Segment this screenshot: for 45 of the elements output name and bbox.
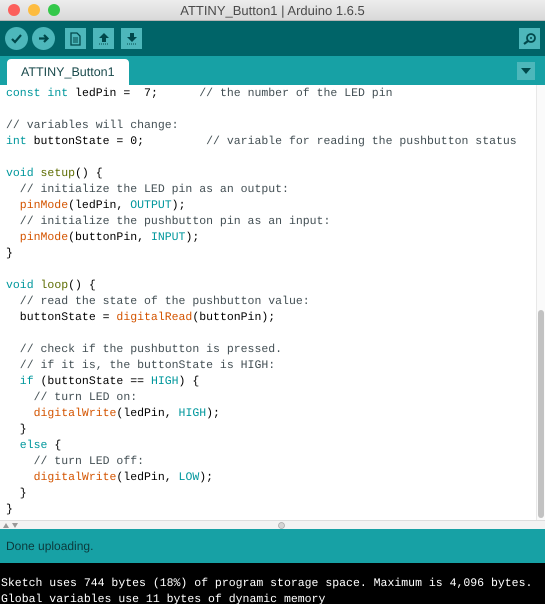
code-line: // turn LED off: (32, 454, 146, 470)
console-line: Sketch uses 744 bytes (18%) of program storage space. Maximum is 4,096 bytes. (1, 576, 534, 592)
splitter-handle-icon[interactable] (278, 522, 285, 528)
code-line: // read the state of the pushbutton value: (18, 294, 311, 310)
code-line: pinMode(ledPin, OUTPUT); (18, 198, 186, 214)
upload-button[interactable] (32, 27, 55, 50)
code-line: // initialize the pushbutton pin as an input: (18, 214, 332, 230)
caret-icon (521, 68, 531, 74)
code-line: void loop() { (6, 278, 97, 294)
code-line: if (buttonState == HIGH) { (18, 374, 200, 390)
code-line: const int ledPin = 7; // the number of the LED pin (6, 86, 394, 102)
check-icon (10, 32, 23, 45)
tab-menu-button[interactable] (517, 62, 535, 80)
code-line: void setup() { (6, 166, 104, 182)
serial-monitor-button[interactable] (519, 28, 540, 49)
page-icon (70, 32, 81, 46)
code-line: pinMode(buttonPin, INPUT); (18, 230, 200, 246)
code-line: // check if the pushbutton is pressed. (18, 342, 284, 358)
code-line: } (18, 486, 28, 502)
new-button[interactable] (65, 28, 86, 49)
window-title: ATTINY_Button1 | Arduino 1.6.5 (179, 2, 366, 18)
code-line: // turn LED on: (32, 390, 138, 406)
code-line: } (18, 422, 28, 438)
collapse-arrows-icon[interactable] (3, 522, 21, 528)
code-line: digitalWrite(ledPin, LOW); (32, 470, 214, 486)
close-button[interactable] (8, 4, 20, 16)
code-line: buttonState = digitalRead(buttonPin); (18, 310, 276, 326)
sketch-tab[interactable]: ATTINY_Button1 (7, 59, 129, 85)
code-line: // variables will change: (6, 118, 180, 134)
code-line: } (6, 502, 14, 518)
code-line: // if it is, the buttonState is HIGH: (18, 358, 276, 374)
arrow-down-icon (126, 32, 138, 45)
save-button[interactable] (121, 28, 142, 49)
code-line: int buttonState = 0; // variable for reading the pushbutton status (6, 134, 518, 150)
code-line: // initialize the LED pin as an output: (18, 182, 290, 198)
code-line: } (6, 246, 14, 262)
scrollbar[interactable] (536, 85, 545, 520)
code-line: else { (18, 438, 62, 454)
magnifier-icon (522, 32, 537, 45)
arrow-up-icon (98, 32, 110, 45)
code-line: digitalWrite(ledPin, HIGH); (32, 406, 221, 422)
arrow-right-icon (37, 32, 50, 45)
status-message: Done uploading. (6, 539, 94, 553)
verify-button[interactable] (5, 27, 28, 50)
open-button[interactable] (93, 28, 114, 49)
